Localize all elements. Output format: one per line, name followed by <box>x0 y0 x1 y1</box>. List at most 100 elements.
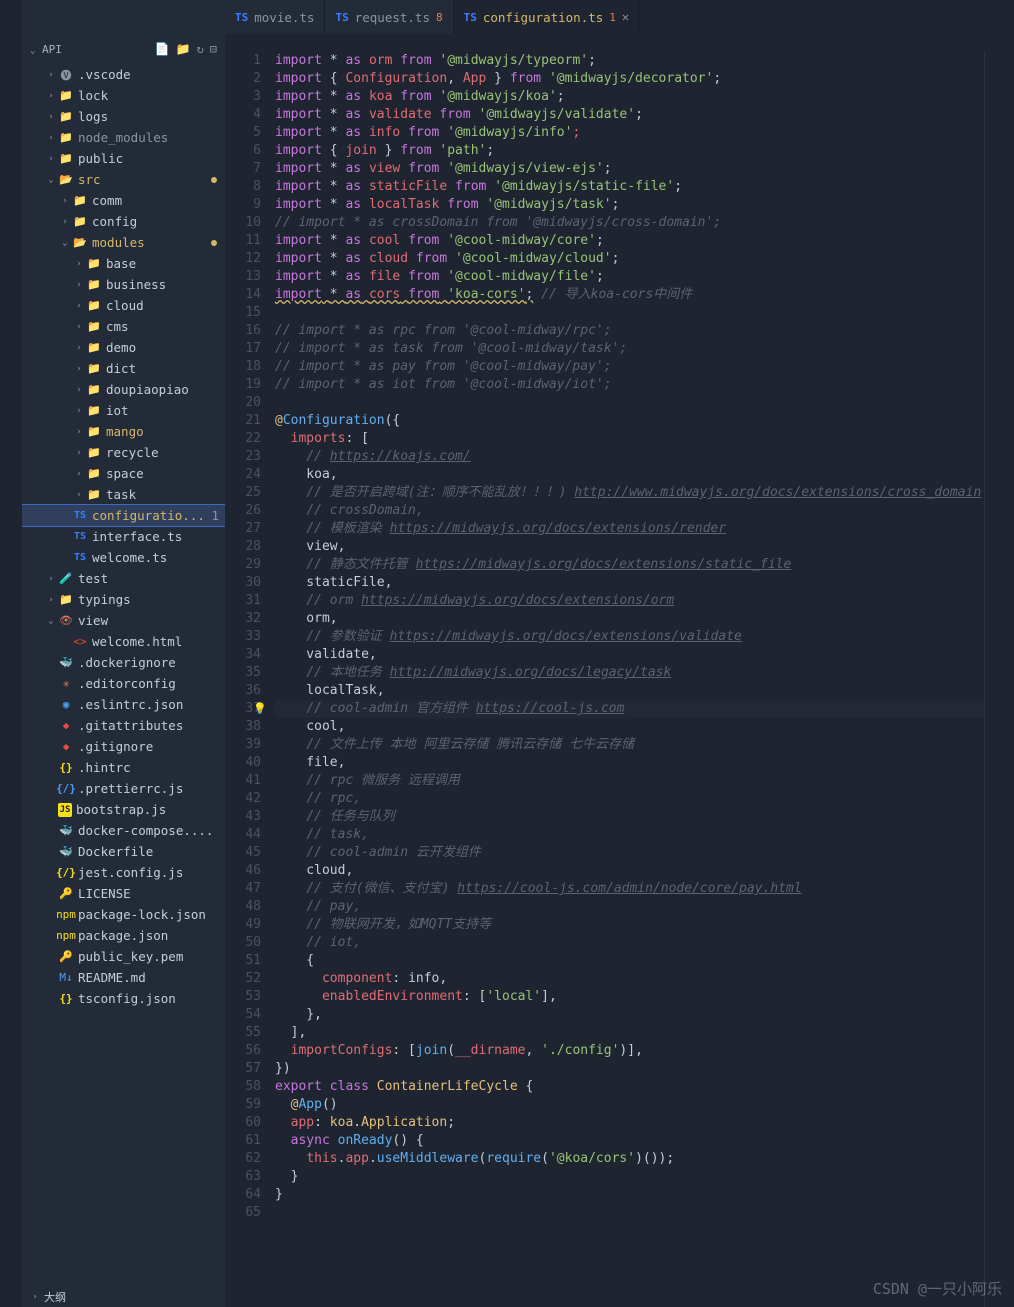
collapse-icon[interactable]: ⊟ <box>210 42 217 56</box>
code-line-22[interactable]: imports: [ <box>275 430 984 448</box>
tree-item-cms[interactable]: ›📁cms <box>22 316 225 337</box>
tab-movie-ts[interactable]: TSmovie.ts <box>225 0 325 34</box>
code-editor[interactable]: 1234567891011121314151617181920212223242… <box>225 34 1014 1307</box>
tree-item-task[interactable]: ›📁task <box>22 484 225 505</box>
code-line-53[interactable]: enabledEnvironment: ['local'], <box>275 988 984 1006</box>
code-line-7[interactable]: import * as view from '@midwayjs/view-ej… <box>275 160 984 178</box>
tree-item-welcome-ts[interactable]: TSwelcome.ts <box>22 547 225 568</box>
code-line-9[interactable]: import * as localTask from '@midwayjs/ta… <box>275 196 984 214</box>
tree-item-mango[interactable]: ›📁mango <box>22 421 225 442</box>
code-line-8[interactable]: import * as staticFile from '@midwayjs/s… <box>275 178 984 196</box>
code-line-3[interactable]: import * as koa from '@midwayjs/koa'; <box>275 88 984 106</box>
tree-item--dockerignore[interactable]: 🐳.dockerignore <box>22 652 225 673</box>
tree-item-modules[interactable]: ⌄📂modules <box>22 232 225 253</box>
code-line-40[interactable]: file, <box>275 754 984 772</box>
tree-item-dict[interactable]: ›📁dict <box>22 358 225 379</box>
code-line-33[interactable]: // 参数验证 https://midwayjs.org/docs/extens… <box>275 628 984 646</box>
code-line-34[interactable]: validate, <box>275 646 984 664</box>
tree-item--eslintrc-json[interactable]: ◉.eslintrc.json <box>22 694 225 715</box>
code-line-62[interactable]: this.app.useMiddleware(require('@koa/cor… <box>275 1150 984 1168</box>
code-line-2[interactable]: import { Configuration, App } from '@mid… <box>275 70 984 88</box>
new-file-icon[interactable]: 📄 <box>155 42 170 56</box>
code-line-30[interactable]: staticFile, <box>275 574 984 592</box>
code-line-32[interactable]: orm, <box>275 610 984 628</box>
tree-item--editorconfig[interactable]: ✳.editorconfig <box>22 673 225 694</box>
code-line-51[interactable]: { <box>275 952 984 970</box>
code-line-45[interactable]: // cool-admin 云开发组件 <box>275 844 984 862</box>
code-line-58[interactable]: export class ContainerLifeCycle { <box>275 1078 984 1096</box>
code-line-49[interactable]: // 物联网开发，如MQTT支持等 <box>275 916 984 934</box>
code-line-21[interactable]: @Configuration({ <box>275 412 984 430</box>
tree-item--gitattributes[interactable]: ◆.gitattributes <box>22 715 225 736</box>
minimap[interactable] <box>984 52 1014 1307</box>
file-tree[interactable]: ›🅥.vscode›📁lock›📁logs›📁node_modules›📁pub… <box>22 64 225 1287</box>
tree-item-Dockerfile[interactable]: 🐳Dockerfile <box>22 841 225 862</box>
code-content[interactable]: import * as orm from '@midwayjs/typeorm'… <box>275 52 984 1307</box>
code-line-52[interactable]: component: info, <box>275 970 984 988</box>
tab-request-ts[interactable]: TSrequest.ts8 <box>325 0 453 34</box>
tree-item-package-json[interactable]: npmpackage.json <box>22 925 225 946</box>
tree-item-business[interactable]: ›📁business <box>22 274 225 295</box>
tree-item-interface-ts[interactable]: TSinterface.ts <box>22 526 225 547</box>
tree-item--prettierrc-js[interactable]: {/}.prettierrc.js <box>22 778 225 799</box>
tree-item-tsconfig-json[interactable]: {}tsconfig.json <box>22 988 225 1009</box>
code-line-4[interactable]: import * as validate from '@midwayjs/val… <box>275 106 984 124</box>
code-line-63[interactable]: } <box>275 1168 984 1186</box>
new-folder-icon[interactable]: 📁 <box>176 42 191 56</box>
code-line-60[interactable]: app: koa.Application; <box>275 1114 984 1132</box>
tree-item-demo[interactable]: ›📁demo <box>22 337 225 358</box>
code-line-5[interactable]: import * as info from '@midwayjs/info'; <box>275 124 984 142</box>
code-line-61[interactable]: async onReady() { <box>275 1132 984 1150</box>
tree-item-logs[interactable]: ›📁logs <box>22 106 225 127</box>
tree-item-space[interactable]: ›📁space <box>22 463 225 484</box>
tree-item-public-key-pem[interactable]: 🔑public_key.pem <box>22 946 225 967</box>
code-line-56[interactable]: importConfigs: [join(__dirname, './confi… <box>275 1042 984 1060</box>
tree-item-node-modules[interactable]: ›📁node_modules <box>22 127 225 148</box>
tree-item-doupiaopiao[interactable]: ›📁doupiaopiao <box>22 379 225 400</box>
activity-bar[interactable] <box>0 0 22 1307</box>
code-line-29[interactable]: // 静态文件托管 https://midwayjs.org/docs/exte… <box>275 556 984 574</box>
tree-item-typings[interactable]: ›📁typings <box>22 589 225 610</box>
tree-item-iot[interactable]: ›📁iot <box>22 400 225 421</box>
tree-item--gitignore[interactable]: ◆.gitignore <box>22 736 225 757</box>
code-line-65[interactable] <box>275 1204 984 1222</box>
code-line-64[interactable]: } <box>275 1186 984 1204</box>
code-line-6[interactable]: import { join } from 'path'; <box>275 142 984 160</box>
code-line-39[interactable]: // 文件上传 本地 阿里云存储 腾讯云存储 七牛云存储 <box>275 736 984 754</box>
code-line-50[interactable]: // iot, <box>275 934 984 952</box>
code-line-26[interactable]: // crossDomain, <box>275 502 984 520</box>
tree-item-configuratio---[interactable]: TSconfiguratio...1 <box>22 505 225 526</box>
code-line-14[interactable]: import * as cors from 'koa-cors'; // 导入k… <box>275 286 984 304</box>
close-icon[interactable]: ✕ <box>622 10 629 24</box>
tree-item--hintrc[interactable]: {}.hintrc <box>22 757 225 778</box>
outline-section[interactable]: › 大纲 <box>22 1287 225 1307</box>
code-line-47[interactable]: // 支付(微信、支付宝) https://cool-js.com/admin/… <box>275 880 984 898</box>
code-line-31[interactable]: // orm https://midwayjs.org/docs/extensi… <box>275 592 984 610</box>
code-line-16[interactable]: // import * as rpc from '@cool-midway/rp… <box>275 322 984 340</box>
code-line-15[interactable] <box>275 304 984 322</box>
code-line-13[interactable]: import * as file from '@cool-midway/file… <box>275 268 984 286</box>
tree-item-config[interactable]: ›📁config <box>22 211 225 232</box>
code-line-57[interactable]: }) <box>275 1060 984 1078</box>
code-line-12[interactable]: import * as cloud from '@cool-midway/clo… <box>275 250 984 268</box>
section-header[interactable]: ⌄ API 📄 📁 ↻ ⊟ <box>22 34 225 64</box>
code-line-42[interactable]: // rpc, <box>275 790 984 808</box>
tree-item-lock[interactable]: ›📁lock <box>22 85 225 106</box>
code-line-1[interactable]: import * as orm from '@midwayjs/typeorm'… <box>275 52 984 70</box>
tree-item-welcome-html[interactable]: <>welcome.html <box>22 631 225 652</box>
code-line-23[interactable]: // https://koajs.com/ <box>275 448 984 466</box>
code-line-59[interactable]: @App() <box>275 1096 984 1114</box>
code-line-55[interactable]: ], <box>275 1024 984 1042</box>
tree-item-test[interactable]: ›🧪test <box>22 568 225 589</box>
tree-item-base[interactable]: ›📁base <box>22 253 225 274</box>
code-line-20[interactable] <box>275 394 984 412</box>
code-line-27[interactable]: // 模板渲染 https://midwayjs.org/docs/extens… <box>275 520 984 538</box>
code-line-10[interactable]: // import * as crossDomain from '@midway… <box>275 214 984 232</box>
tree-item-cloud[interactable]: ›📁cloud <box>22 295 225 316</box>
code-line-54[interactable]: }, <box>275 1006 984 1024</box>
tab-configuration-ts[interactable]: TSconfiguration.ts1✕ <box>454 0 641 34</box>
code-line-18[interactable]: // import * as pay from '@cool-midway/pa… <box>275 358 984 376</box>
code-line-19[interactable]: // import * as iot from '@cool-midway/io… <box>275 376 984 394</box>
tree-item-README-md[interactable]: M↓README.md <box>22 967 225 988</box>
code-line-24[interactable]: koa, <box>275 466 984 484</box>
